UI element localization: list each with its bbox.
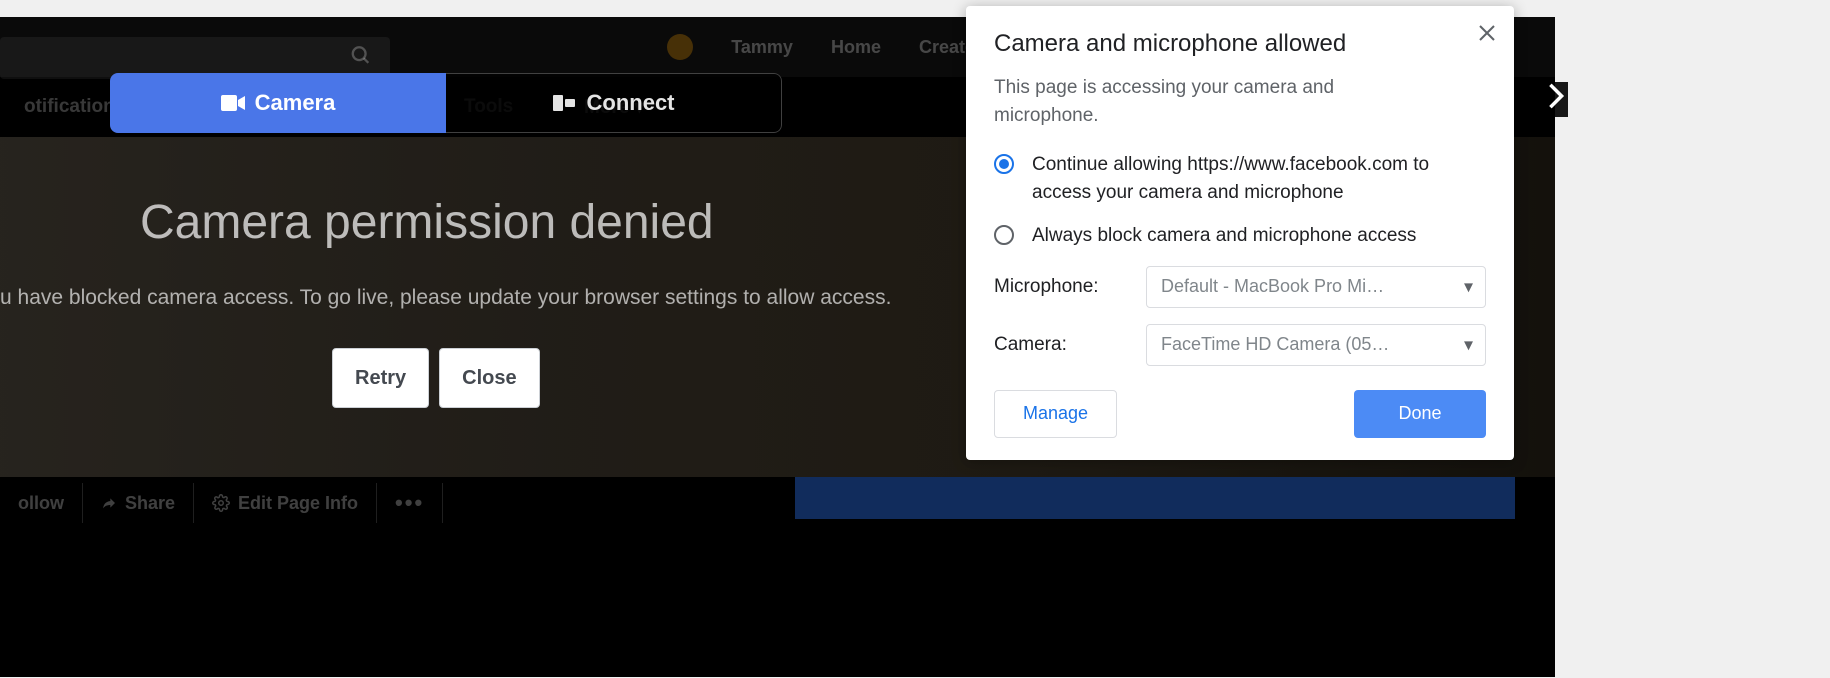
denied-buttons: Retry Close xyxy=(332,348,540,408)
microphone-label: Microphone: xyxy=(994,276,1146,298)
retry-button[interactable]: Retry xyxy=(332,348,429,408)
radio-option-block[interactable]: Always block camera and microphone acces… xyxy=(994,222,1486,250)
dots-icon: ••• xyxy=(395,490,424,516)
chevron-right-icon[interactable] xyxy=(1544,82,1568,117)
topbar-nav: Tammy Home Create xyxy=(667,17,975,77)
camera-icon xyxy=(221,94,245,112)
chevron-down-icon: ▾ xyxy=(1464,276,1473,297)
action-follow[interactable]: ollow xyxy=(0,483,83,523)
popup-subtitle: This page is accessing your camera and m… xyxy=(994,74,1424,129)
tab-camera-label: Camera xyxy=(255,90,336,116)
camera-select[interactable]: FaceTime HD Camera (05… ▾ xyxy=(1146,324,1486,366)
camera-row: Camera: FaceTime HD Camera (05… ▾ xyxy=(994,324,1486,366)
live-tabs: Camera Connect xyxy=(110,73,782,133)
popup-footer: Manage Done xyxy=(994,390,1486,438)
search-icon xyxy=(350,45,372,72)
microphone-row: Microphone: Default - MacBook Pro Mi… ▾ xyxy=(994,266,1486,308)
close-icon[interactable] xyxy=(1478,24,1496,48)
connect-icon xyxy=(553,95,577,111)
done-button[interactable]: Done xyxy=(1354,390,1486,438)
action-share-label: Share xyxy=(125,493,175,514)
primary-cta[interactable] xyxy=(795,477,1515,519)
tab-connect[interactable]: Connect xyxy=(446,73,782,133)
avatar[interactable] xyxy=(667,34,693,60)
tab-connect-label: Connect xyxy=(587,90,675,116)
microphone-select[interactable]: Default - MacBook Pro Mi… ▾ xyxy=(1146,266,1486,308)
radio-option-allow[interactable]: Continue allowing https://www.facebook.c… xyxy=(994,151,1486,206)
action-share[interactable]: Share xyxy=(83,483,194,523)
radio-allow[interactable] xyxy=(994,154,1014,174)
nav-home[interactable]: Home xyxy=(831,37,881,58)
close-button[interactable]: Close xyxy=(439,348,539,408)
action-edit-label: Edit Page Info xyxy=(238,493,358,514)
gear-icon xyxy=(212,494,230,512)
denied-title: Camera permission denied xyxy=(140,195,714,250)
permission-popup: Camera and microphone allowed This page … xyxy=(966,6,1514,460)
popup-title: Camera and microphone allowed xyxy=(994,30,1486,58)
manage-button[interactable]: Manage xyxy=(994,390,1117,438)
share-icon xyxy=(101,495,117,511)
action-edit-page[interactable]: Edit Page Info xyxy=(194,483,377,523)
tab-camera[interactable]: Camera xyxy=(110,73,446,133)
chevron-down-icon: ▾ xyxy=(1464,334,1473,355)
nav-user[interactable]: Tammy xyxy=(731,37,793,58)
radio-block[interactable] xyxy=(994,225,1014,245)
microphone-value: Default - MacBook Pro Mi… xyxy=(1161,276,1384,297)
camera-label: Camera: xyxy=(994,334,1146,356)
action-follow-label: ollow xyxy=(18,493,64,514)
denied-message: u have blocked camera access. To go live… xyxy=(0,286,930,310)
action-more[interactable]: ••• xyxy=(377,483,443,523)
radio-allow-label: Continue allowing https://www.facebook.c… xyxy=(1032,151,1472,206)
radio-block-label: Always block camera and microphone acces… xyxy=(1032,222,1416,250)
camera-value: FaceTime HD Camera (05… xyxy=(1161,334,1389,355)
